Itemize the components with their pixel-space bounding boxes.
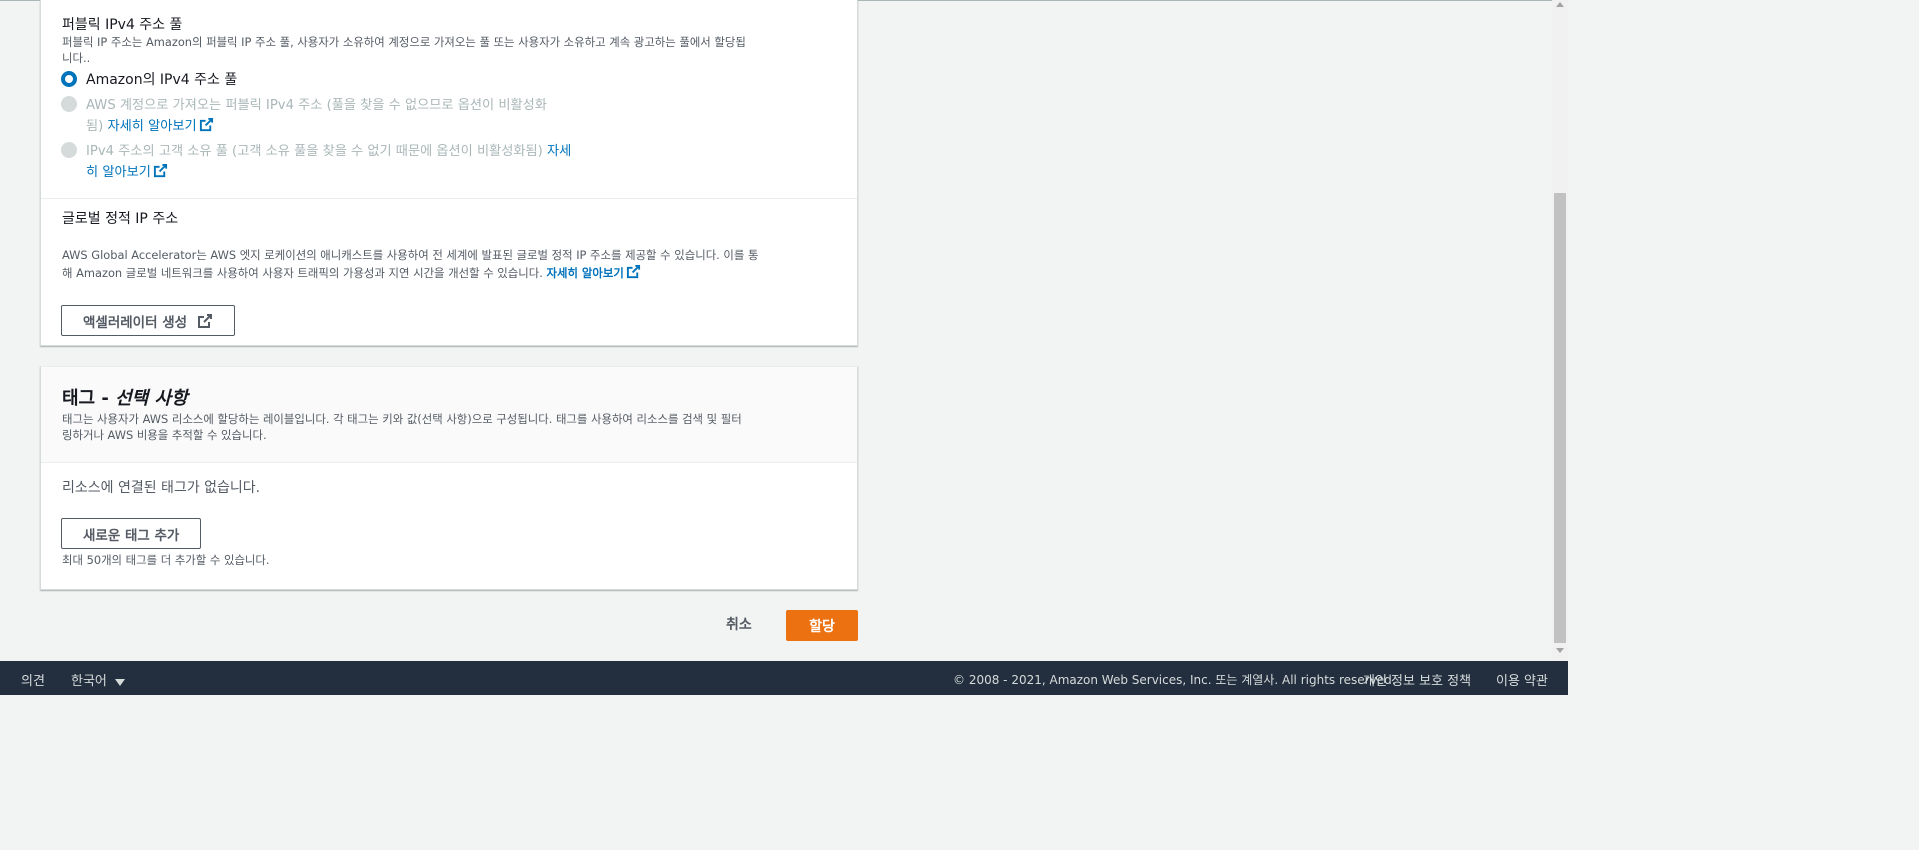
radio-option-byoip: AWS 계정으로 가져오는 퍼블릭 IPv4 주소 (풀을 찾을 수 없으므로 …: [61, 95, 547, 137]
no-tags-message: 리소스에 연결된 태그가 없습니다.: [62, 480, 261, 496]
add-tag-label: 새로운 태그 추가: [83, 527, 180, 544]
radio-option-amazon-pool[interactable]: Amazon의 IPv4 주소 풀: [61, 70, 237, 91]
global-ip-desc-line1: AWS Global Accelerator는 AWS 엣지 로케이션의 애니캐…: [62, 248, 759, 262]
radio-label-coip: IPv4 주소의 고객 소유 풀 (고객 소유 풀을 찾을 수 없기 때문에 옵…: [86, 141, 571, 183]
learn-more-text: 자세히 알아보기: [107, 119, 197, 134]
radio-button-disabled: [61, 96, 77, 112]
terms-link[interactable]: 이용 약관: [1496, 670, 1548, 689]
external-link-icon: [626, 264, 641, 279]
scroll-up-arrow-icon[interactable]: [1556, 2, 1564, 7]
learn-more-link-byoip[interactable]: 자세히 알아보기: [107, 117, 214, 134]
create-accelerator-label: 액셀러레이터 생성: [83, 314, 188, 331]
radio-label-byoip: AWS 계정으로 가져오는 퍼블릭 IPv4 주소 (풀을 찾을 수 없으므로 …: [86, 95, 547, 137]
radio-label-amazon-pool: Amazon의 IPv4 주소 풀: [86, 72, 238, 88]
privacy-policy-link[interactable]: 개인 정보 보호 정책: [1363, 670, 1471, 689]
learn-more-link-coip-part1[interactable]: 자세: [547, 144, 571, 159]
learn-more-link-coip[interactable]: 히 알아보기: [86, 163, 168, 180]
external-link-icon: [153, 163, 168, 178]
tags-description: 태그는 사용자가 AWS 리소스에 할당하는 레이블입니다. 각 태그는 키와 …: [62, 412, 742, 443]
radio-option-coip: IPv4 주소의 고객 소유 풀 (고객 소유 풀을 찾을 수 없기 때문에 옵…: [61, 141, 571, 183]
global-ip-title: 글로벌 정적 IP 주소: [62, 211, 179, 227]
allocate-button[interactable]: 할당: [786, 610, 858, 641]
create-accelerator-button[interactable]: 액셀러레이터 생성: [61, 305, 236, 336]
add-tag-button[interactable]: 새로운 태그 추가: [61, 518, 202, 549]
global-ip-description: AWS Global Accelerator는 AWS 엣지 로케이션의 애니캐…: [62, 248, 758, 281]
byoip-label-line1: AWS 계정으로 가져오는 퍼블릭 IPv4 주소 (풀을 찾을 수 없으므로 …: [86, 98, 547, 113]
tags-title-optional: 선택 사항: [115, 388, 188, 409]
vertical-scrollbar[interactable]: [1552, 0, 1568, 661]
section-divider: [41, 198, 857, 199]
global-ip-desc-line2-wrap: 해 Amazon 글로벌 네트워크를 사용하여 사용자 트래픽의 가용성과 지연…: [62, 264, 758, 282]
ip-pool-desc-line2: 니다..: [62, 50, 91, 65]
learn-more-link-global[interactable]: 자세히 알아보기: [546, 264, 641, 280]
scrollbar-thumb[interactable]: [1554, 193, 1566, 643]
allocate-label: 할당: [809, 618, 835, 635]
tags-desc-line2: 링하거나 AWS 비용을 추적할 수 있습니다.: [62, 427, 267, 442]
radio-button-disabled: [61, 142, 77, 158]
tags-panel: 태그 - 선택 사항 태그는 사용자가 AWS 리소스에 할당하는 레이블입니다…: [40, 366, 858, 590]
ip-pool-description: 퍼블릭 IP 주소는 Amazon의 퍼블릭 IP 주소 풀, 사용자가 소유하…: [62, 35, 746, 66]
coip-label-line1: IPv4 주소의 고객 소유 풀 (고객 소유 풀을 찾을 수 없기 때문에 옵…: [86, 144, 543, 159]
tags-title-prefix: 태그 -: [62, 388, 116, 409]
tag-limit-hint: 최대 50개의 태그를 더 추가할 수 있습니다.: [62, 553, 270, 567]
tags-header: 태그 - 선택 사항 태그는 사용자가 AWS 리소스에 할당하는 레이블입니다…: [41, 367, 857, 463]
console-footer: 의견 한국어 © 2008 - 2021, Amazon Web Service…: [0, 661, 1568, 695]
ip-pool-title: 퍼블릭 IPv4 주소 풀: [62, 17, 183, 33]
learn-more-text: 자세히 알아보기: [546, 265, 624, 280]
caret-down-icon: [114, 679, 125, 686]
external-link-icon: [199, 117, 214, 132]
ip-pool-desc-line1: 퍼블릭 IP 주소는 Amazon의 퍼블릭 IP 주소 풀, 사용자가 소유하…: [62, 35, 746, 49]
tags-title: 태그 - 선택 사항: [62, 384, 188, 410]
global-ip-desc-line2: 해 Amazon 글로벌 네트워크를 사용하여 사용자 트래픽의 가용성과 지연…: [62, 265, 543, 280]
copyright-text: © 2008 - 2021, Amazon Web Services, Inc.…: [953, 673, 1396, 687]
language-selector[interactable]: 한국어: [71, 670, 125, 689]
network-settings-panel: 퍼블릭 IPv4 주소 풀 퍼블릭 IP 주소는 Amazon의 퍼블릭 IP …: [40, 0, 858, 346]
radio-button-selected[interactable]: [61, 71, 77, 87]
tags-desc-line1: 태그는 사용자가 AWS 리소스에 할당하는 레이블입니다. 각 태그는 키와 …: [62, 412, 742, 426]
cancel-button[interactable]: 취소: [720, 612, 758, 636]
scroll-down-arrow-icon[interactable]: [1556, 648, 1564, 653]
language-label: 한국어: [71, 674, 107, 689]
learn-more-text: 히 알아보기: [86, 165, 151, 180]
byoip-label-line2: 됨): [86, 119, 104, 134]
external-link-icon: [197, 313, 213, 329]
feedback-link[interactable]: 의견: [21, 670, 45, 689]
